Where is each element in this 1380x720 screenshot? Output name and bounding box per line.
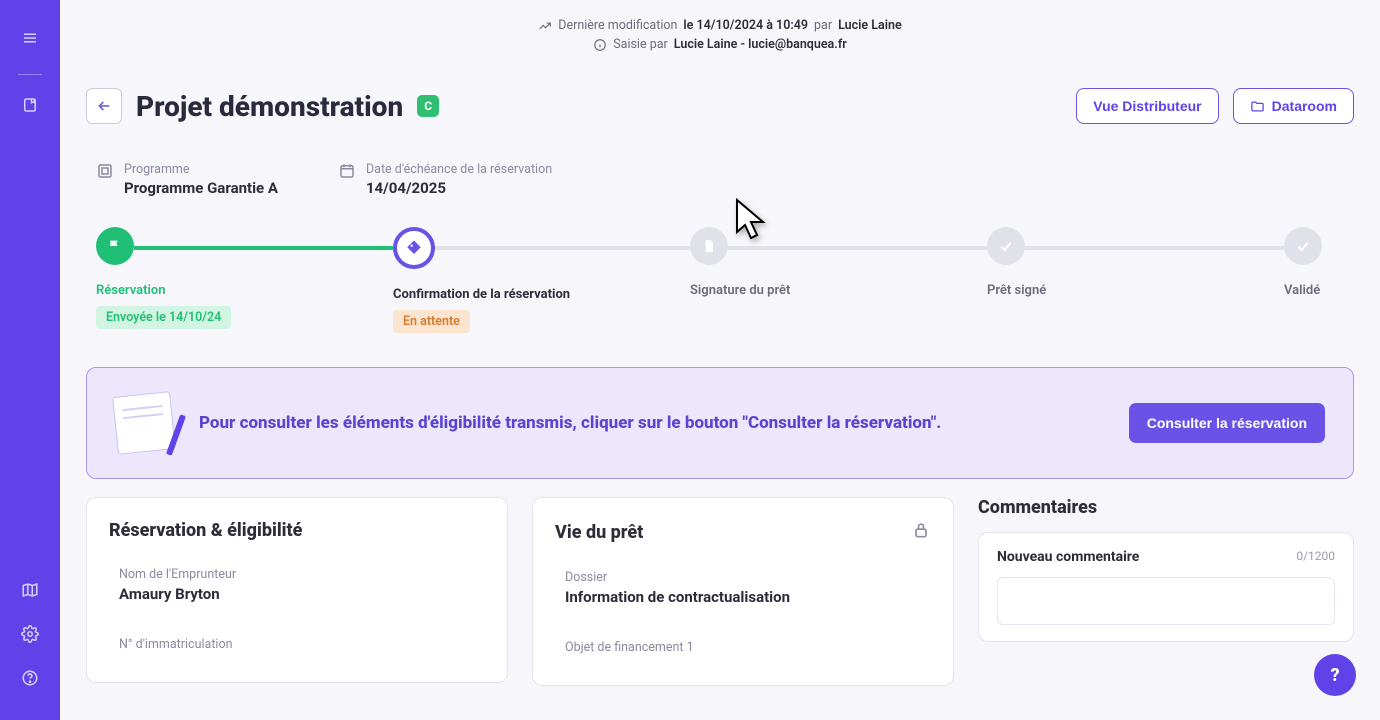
due-field: Date d'échéance de la réservation 14/04/… bbox=[338, 162, 552, 197]
program-field: Programme Programme Garantie A bbox=[96, 162, 278, 197]
step-label: Réservation bbox=[96, 283, 393, 298]
folder-icon bbox=[1250, 99, 1265, 114]
flag-icon bbox=[107, 238, 123, 254]
sidebar bbox=[0, 0, 60, 720]
regnum-label: N° d'immatriculation bbox=[119, 637, 475, 652]
step-signed: Prêt signé bbox=[987, 227, 1284, 298]
eligibility-callout: Pour consulter les éléments d'éligibilit… bbox=[86, 367, 1354, 479]
comment-input[interactable] bbox=[997, 577, 1335, 625]
dataroom-button[interactable]: Dataroom bbox=[1233, 88, 1354, 124]
check-icon bbox=[1295, 238, 1311, 254]
step-label: Signature du prêt bbox=[690, 283, 987, 298]
callout-text: Pour consulter les éléments d'éligibilit… bbox=[199, 412, 1103, 435]
consult-reservation-button[interactable]: Consulter la réservation bbox=[1129, 403, 1325, 443]
comments-title: Commentaires bbox=[978, 497, 1354, 518]
entered-by: Lucie Laine - lucie@banquea.fr bbox=[674, 37, 847, 52]
dossier-value: Information de contractualisation bbox=[565, 588, 921, 606]
program-value: Programme Garantie A bbox=[124, 179, 278, 197]
step-reservation: Réservation Envoyée le 14/10/24 bbox=[96, 227, 393, 329]
due-label: Date d'échéance de la réservation bbox=[366, 162, 552, 177]
meta-banner: Dernière modification le 14/10/2024 à 10… bbox=[60, 0, 1380, 60]
loan-life-card: Vie du prêt Dossier Information de contr… bbox=[532, 497, 954, 686]
calendar-icon bbox=[338, 162, 356, 180]
comments-section: Commentaires Nouveau commentaire 0/1200 bbox=[978, 497, 1354, 642]
comment-counter: 0/1200 bbox=[1296, 549, 1335, 565]
note-icon[interactable] bbox=[14, 89, 46, 121]
objet-label: Objet de financement 1 bbox=[565, 640, 921, 655]
step-label: Prêt signé bbox=[987, 283, 1284, 298]
page-title: Projet démonstration bbox=[136, 90, 403, 123]
step-chip: En attente bbox=[393, 310, 470, 333]
step-label: Confirmation de la réservation bbox=[393, 287, 690, 302]
consult-reservation-label: Consulter la réservation bbox=[1147, 415, 1307, 431]
reservation-card: Réservation & éligibilité Nom de l'Empru… bbox=[86, 497, 508, 683]
document-illustration bbox=[115, 394, 173, 452]
step-signature: Signature du prêt bbox=[690, 227, 987, 298]
comments-box: Nouveau commentaire 0/1200 bbox=[978, 532, 1354, 642]
program-icon bbox=[96, 162, 114, 180]
new-comment-label: Nouveau commentaire bbox=[997, 549, 1139, 565]
project-badge: C bbox=[417, 95, 439, 117]
help-fab[interactable]: ? bbox=[1314, 654, 1356, 696]
check-icon bbox=[998, 238, 1014, 254]
tag-icon bbox=[405, 239, 423, 257]
reservation-card-title: Réservation & éligibilité bbox=[109, 520, 485, 541]
modified-by-word: par bbox=[814, 18, 832, 33]
due-value: 14/04/2025 bbox=[366, 179, 552, 197]
lock-icon bbox=[911, 520, 931, 544]
step-validated: Validé bbox=[1284, 227, 1344, 298]
modified-prefix: Dernière modification bbox=[558, 18, 677, 33]
view-distributor-button[interactable]: Vue Distributeur bbox=[1076, 88, 1218, 124]
info-icon bbox=[593, 38, 607, 52]
back-button[interactable] bbox=[86, 88, 122, 124]
arrow-left-icon bbox=[96, 98, 112, 114]
page-content: Dernière modification le 14/10/2024 à 10… bbox=[60, 0, 1380, 720]
step-label: Validé bbox=[1284, 283, 1344, 298]
document-icon bbox=[701, 238, 717, 254]
step-chip: Envoyée le 14/10/24 bbox=[96, 306, 231, 329]
entered-prefix: Saisie par bbox=[613, 37, 668, 52]
dossier-label: Dossier bbox=[565, 570, 921, 585]
step-confirmation: Confirmation de la réservation En attent… bbox=[393, 227, 690, 333]
loan-life-title: Vie du prêt bbox=[555, 522, 643, 543]
view-distributor-label: Vue Distributeur bbox=[1093, 98, 1201, 114]
dataroom-label: Dataroom bbox=[1272, 98, 1337, 114]
menu-icon[interactable] bbox=[14, 22, 46, 54]
stepper: Réservation Envoyée le 14/10/24 Confirma… bbox=[60, 207, 1380, 343]
gear-icon[interactable] bbox=[14, 618, 46, 650]
borrower-label: Nom de l'Emprunteur bbox=[119, 567, 475, 582]
trend-icon bbox=[538, 19, 552, 33]
modified-by: Lucie Laine bbox=[838, 18, 902, 33]
modified-time: le 14/10/2024 à 10:49 bbox=[683, 18, 808, 33]
help-icon[interactable] bbox=[14, 662, 46, 694]
map-icon[interactable] bbox=[14, 574, 46, 606]
program-label: Programme bbox=[124, 162, 278, 177]
borrower-value: Amaury Bryton bbox=[119, 585, 475, 603]
